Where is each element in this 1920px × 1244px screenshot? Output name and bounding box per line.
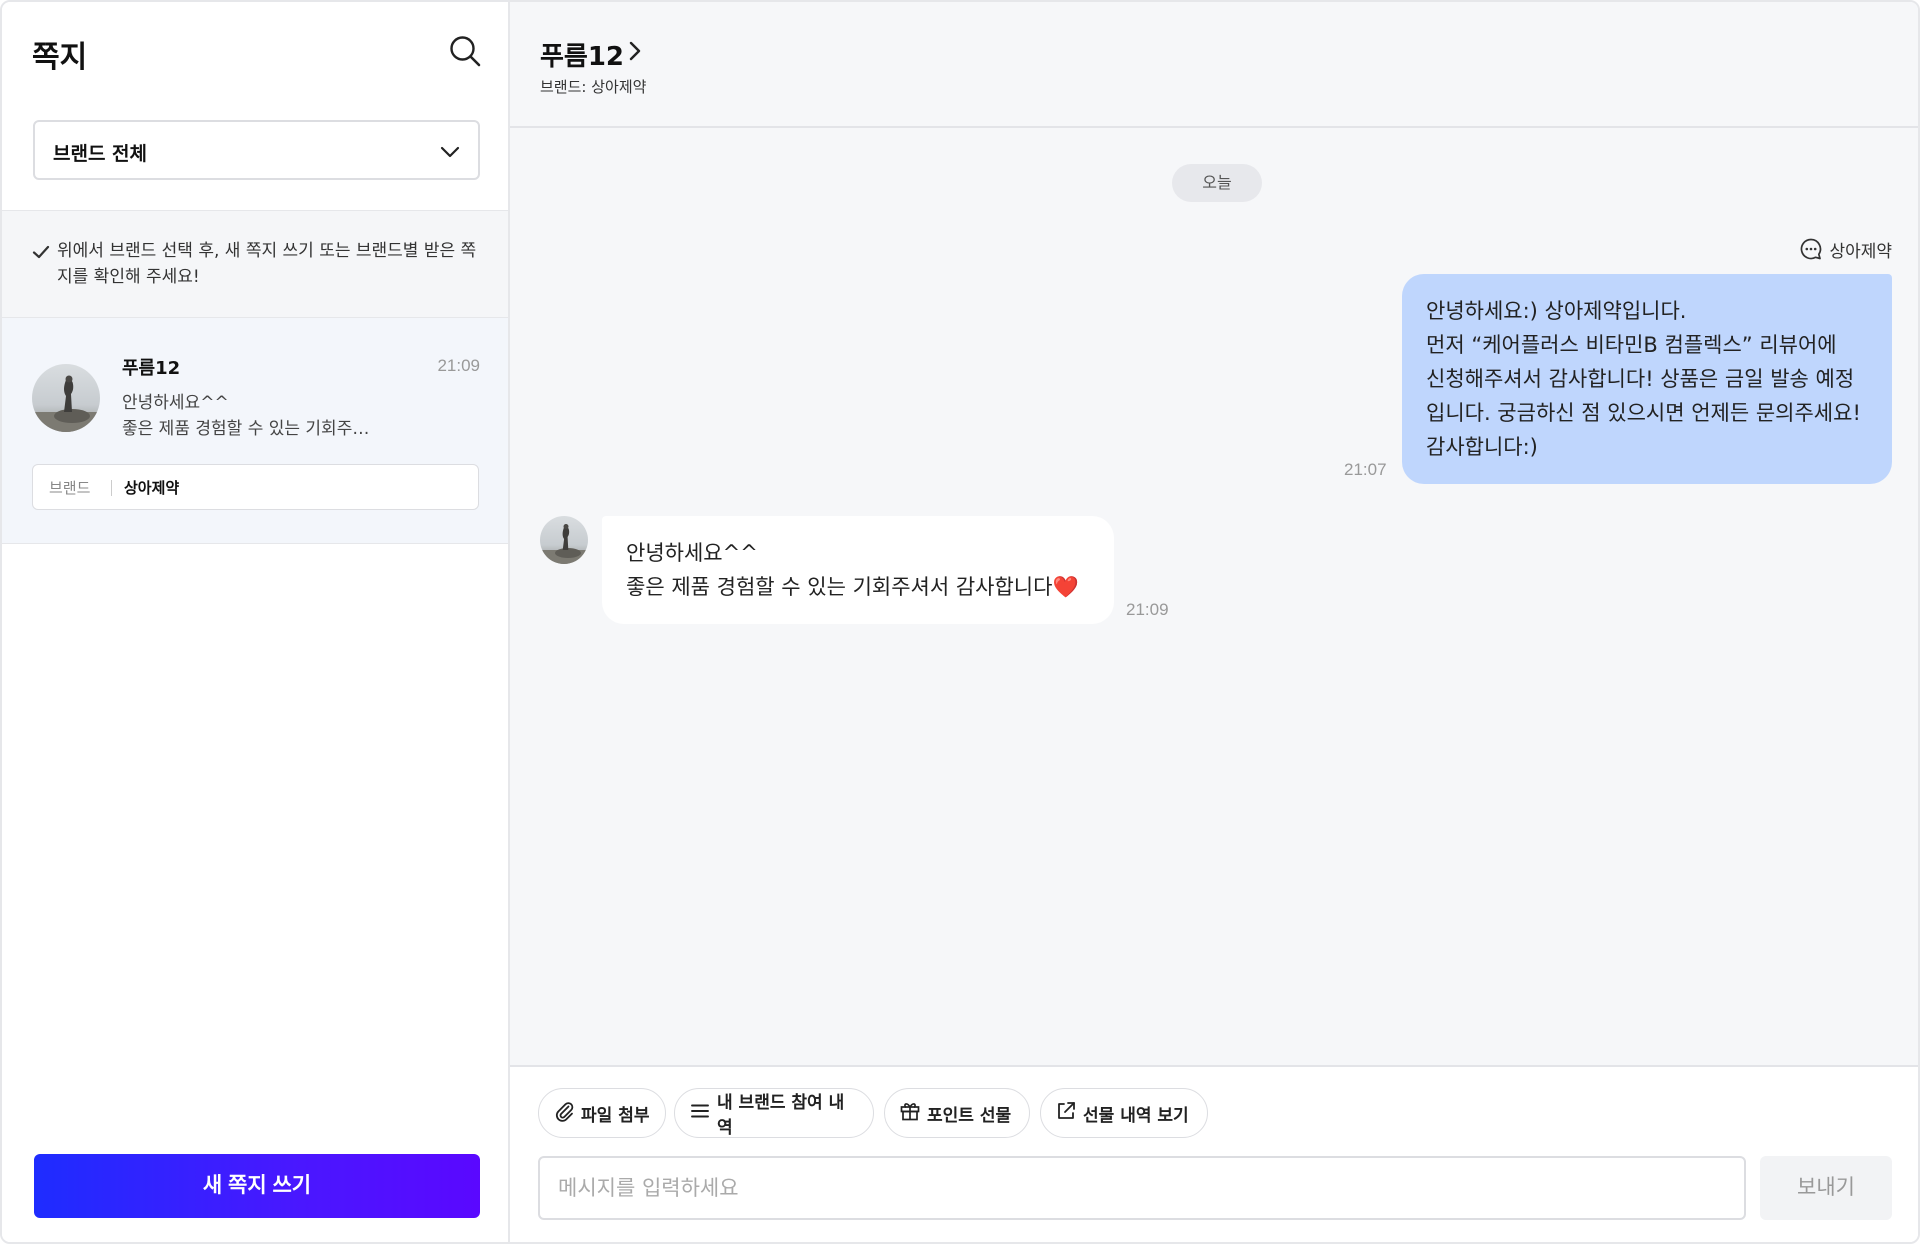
message-line: 먼저 “케어플러스 비타민B 컴플렉스” 리뷰어에 [1426, 333, 1837, 357]
incoming-message-time: 21:09 [1126, 600, 1169, 619]
paperclip-icon [553, 1100, 575, 1127]
chevron-right-icon[interactable] [624, 40, 646, 62]
message-line: 신청해주셔서 감사합니다! 상품은 금일 발송 예정 [1426, 367, 1855, 391]
gift-history-button[interactable]: 선물 내역 보기 [1040, 1088, 1208, 1138]
avatar [32, 364, 100, 432]
attach-file-button[interactable]: 파일 첨부 [538, 1088, 666, 1138]
incoming-message-bubble: 안녕하세요^^ 좋은 제품 경험할 수 있는 기회주셔서 감사합니다❤️ [602, 516, 1114, 624]
outgoing-message-bubble: 안녕하세요:) 상아제약입니다. 먼저 “케어플러스 비타민B 컴플렉스” 리뷰… [1402, 274, 1892, 484]
brand-tag-divider [111, 480, 112, 496]
conversation-time: 21:09 [437, 356, 480, 375]
conversation-preview-line1: 안녕하세요^^ [122, 393, 229, 413]
conversation-name: 푸름12 [122, 358, 181, 379]
point-gift-button[interactable]: 포인트 선물 [884, 1088, 1030, 1138]
conversation-item[interactable]: 푸름12 21:09 안녕하세요^^ 좋은 제품 경험할 수 있는 기회주… 브… [2, 318, 508, 544]
chat-panel: 푸름12 브랜드: 상아제약 오늘 상아제약 안녕하세요:) 상아제약입니다. … [510, 2, 1918, 1242]
chat-bubble-icon [1799, 237, 1823, 261]
message-line: 안녕하세요^^ [626, 541, 758, 565]
messenger-app: 쪽지 브랜드 전체 위에서 브랜드 선택 후, 새 쪽지 쓰기 또는 브랜드별 … [0, 0, 1920, 1244]
chat-header: 푸름12 브랜드: 상아제약 [510, 2, 1918, 128]
chevron-down-icon [438, 140, 462, 164]
message-line: 좋은 제품 경험할 수 있는 기회주셔서 감사합니다❤️ [626, 575, 1079, 599]
message-line: 안녕하세요:) 상아제약입니다. [1426, 299, 1687, 323]
new-message-button[interactable]: 새 쪽지 쓰기 [34, 1154, 480, 1218]
search-icon[interactable] [448, 34, 482, 68]
page-title: 쪽지 [32, 40, 88, 75]
sender-label: 상아제약 [1829, 241, 1892, 262]
message-input[interactable] [538, 1156, 1746, 1220]
attach-file-label: 파일 첨부 [581, 1105, 650, 1126]
conversation-brand-tag: 브랜드 상아제약 [32, 464, 479, 510]
message-composer: 파일 첨부 내 브랜드 참여 내역 포인트 선물 선물 내역 보기 메시지를 입… [510, 1065, 1918, 1242]
brand-tag-label: 브랜드 [49, 479, 91, 497]
conversation-preview-line2: 좋은 제품 경험할 수 있는 기회주… [122, 419, 370, 439]
chat-partner-name[interactable]: 푸름12 [540, 36, 624, 73]
gift-icon [899, 1100, 921, 1127]
message-line: 입니다. 궁금하신 점 있으시면 언제든 문의주세요! [1426, 401, 1861, 425]
gift-history-label: 선물 내역 보기 [1083, 1105, 1189, 1126]
outgoing-message-time: 21:07 [1344, 460, 1387, 479]
check-icon [32, 243, 50, 261]
send-button[interactable]: 보내기 [1760, 1156, 1892, 1220]
brand-participation-button[interactable]: 내 브랜드 참여 내역 [674, 1088, 874, 1138]
notice-text: 위에서 브랜드 선택 후, 새 쪽지 쓰기 또는 브랜드별 받은 쪽지를 확인해… [57, 241, 477, 287]
point-gift-label: 포인트 선물 [927, 1105, 1012, 1126]
brand-participation-label: 내 브랜드 참여 내역 [717, 1093, 845, 1138]
sidebar: 쪽지 브랜드 전체 위에서 브랜드 선택 후, 새 쪽지 쓰기 또는 브랜드별 … [2, 2, 510, 1242]
notice-box: 위에서 브랜드 선택 후, 새 쪽지 쓰기 또는 브랜드별 받은 쪽지를 확인해… [2, 210, 508, 318]
message-line: 감사합니다:) [1426, 435, 1538, 459]
brand-filter-select[interactable]: 브랜드 전체 [33, 120, 480, 180]
external-link-icon [1055, 1100, 1077, 1127]
list-icon [689, 1100, 711, 1127]
chat-brand-line: 브랜드: 상아제약 [540, 78, 647, 96]
day-separator: 오늘 [1172, 164, 1262, 202]
brand-tag-value: 상아제약 [124, 479, 180, 497]
brand-filter-value: 브랜드 전체 [53, 143, 148, 165]
avatar [540, 516, 588, 564]
sender-tag: 상아제약 [1799, 236, 1892, 262]
